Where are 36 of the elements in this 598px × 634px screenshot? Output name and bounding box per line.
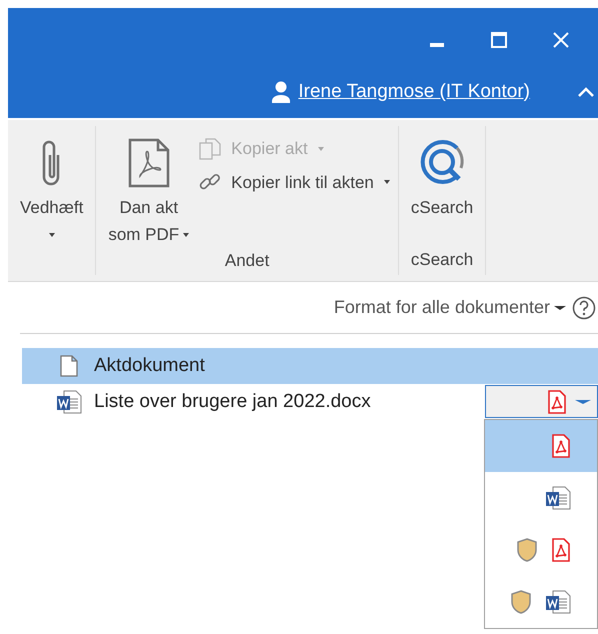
help-button[interactable] <box>572 296 596 320</box>
group-label: Andet <box>224 251 270 270</box>
word-file-icon <box>545 590 571 614</box>
copy-icon <box>199 138 222 160</box>
word-file-icon <box>56 390 82 414</box>
pdf-file-icon <box>547 390 567 414</box>
pdf-file-icon <box>551 434 571 458</box>
user-link[interactable]: Irene Tangmose (IT Kontor) <box>298 78 530 106</box>
caret-icon <box>183 232 190 236</box>
format-dropdown[interactable]: Format for alle dokumenter <box>334 294 566 321</box>
caret-icon <box>575 400 591 404</box>
help-icon <box>572 296 596 320</box>
document-row[interactable]: Aktdokument <box>22 348 598 384</box>
ribbon-button[interactable]: Dan akt som PDF <box>104 132 194 248</box>
caret-icon <box>48 232 55 236</box>
ribbon-button[interactable]: cSearch <box>406 132 478 247</box>
minimize-icon <box>430 43 444 47</box>
caret-icon <box>384 180 390 184</box>
maximize-icon <box>490 31 508 49</box>
pdf-file-icon <box>128 138 170 188</box>
shield-icon <box>517 538 537 562</box>
document-row[interactable]: Liste over brugere jan 2022.docx <box>22 384 598 420</box>
group-label: cSearch <box>410 250 474 269</box>
word-file-icon <box>545 486 571 510</box>
close-icon <box>552 31 570 49</box>
dropdown-option[interactable] <box>485 420 597 472</box>
format-select[interactable] <box>485 385 598 418</box>
ribbon-button[interactable]: Vedhæft <box>16 132 88 248</box>
caret-icon <box>554 306 566 310</box>
ribbon-button[interactable]: Kopier link til akten <box>199 170 390 195</box>
document-icon <box>60 355 78 377</box>
user-icon <box>272 81 290 103</box>
caret-icon <box>318 146 324 151</box>
pdf-file-icon <box>551 538 571 562</box>
chevron-up-icon <box>578 86 594 98</box>
shield-icon <box>511 590 531 614</box>
